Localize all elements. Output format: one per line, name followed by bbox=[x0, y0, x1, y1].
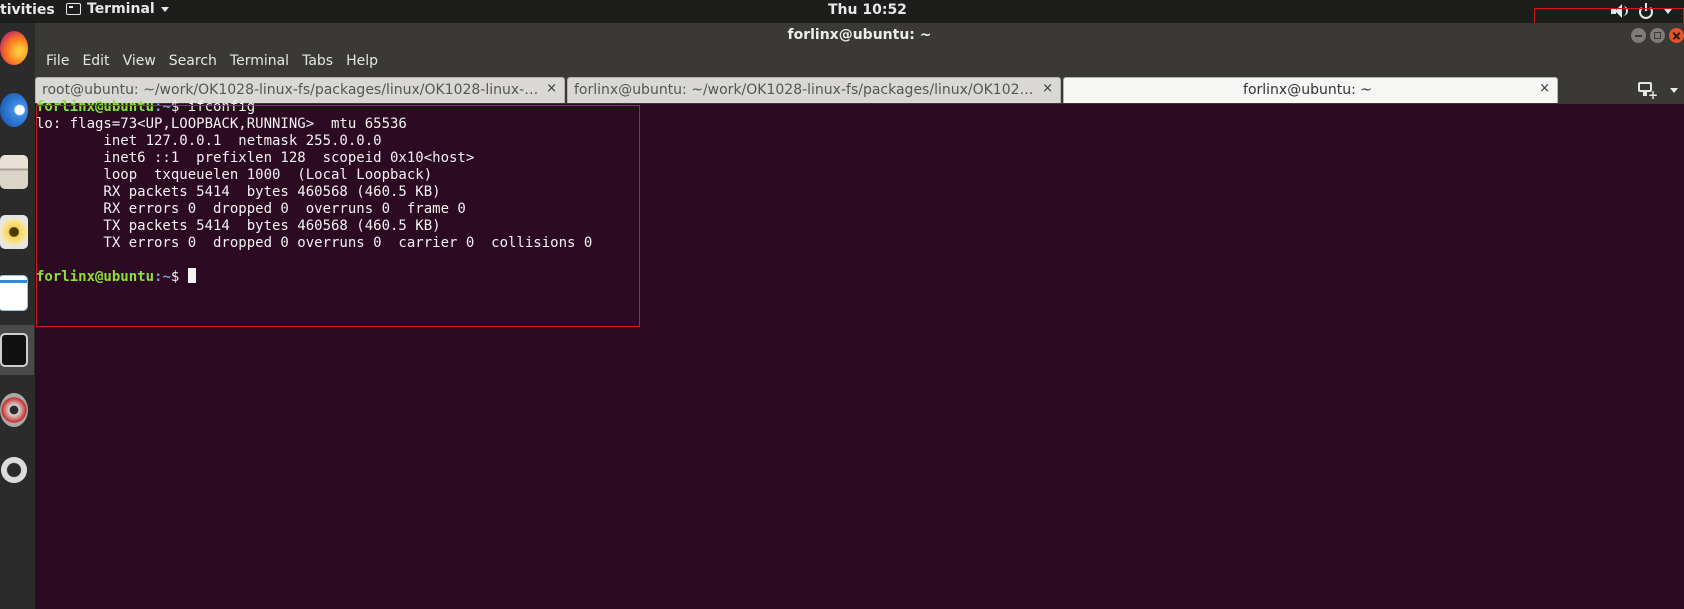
dock bbox=[0, 23, 35, 609]
settings-icon bbox=[0, 393, 28, 427]
tab-forlinx-kernel[interactable]: forlinx@ubuntu: ~/work/OK1028-linux-fs/p… bbox=[567, 77, 1061, 103]
tab-label: root@ubuntu: ~/work/OK1028-linux-fs/pack… bbox=[42, 82, 542, 98]
new-tab-button[interactable]: + bbox=[1636, 80, 1658, 102]
tab-label: forlinx@ubuntu: ~ bbox=[1243, 82, 1372, 98]
minimize-button[interactable] bbox=[1631, 28, 1646, 43]
activities-button[interactable]: tivities bbox=[0, 2, 55, 18]
dock-item-terminal[interactable] bbox=[0, 325, 34, 375]
tab-close-button[interactable]: × bbox=[1539, 81, 1550, 96]
dock-item-settings[interactable] bbox=[0, 385, 34, 435]
dock-item-firefox[interactable] bbox=[0, 23, 34, 73]
menu-help[interactable]: Help bbox=[340, 53, 385, 69]
files-icon bbox=[0, 155, 28, 189]
dock-item-rhythmbox[interactable] bbox=[0, 207, 34, 257]
menu-tabs[interactable]: Tabs bbox=[296, 53, 340, 69]
terminal-icon bbox=[0, 333, 28, 367]
tab-bar: root@ubuntu: ~/work/OK1028-linux-fs/pack… bbox=[35, 75, 1684, 104]
tab-close-button[interactable]: × bbox=[1042, 81, 1053, 96]
app-menu-label: Terminal bbox=[87, 1, 155, 17]
menu-search[interactable]: Search bbox=[163, 53, 224, 69]
dock-item-writer[interactable] bbox=[0, 267, 34, 317]
tab-forlinx-home[interactable]: forlinx@ubuntu: ~ × bbox=[1063, 77, 1558, 103]
rhythmbox-icon bbox=[0, 215, 28, 249]
top-panel: tivities Terminal Thu 10:52 bbox=[0, 0, 1684, 23]
dock-item-files[interactable] bbox=[0, 147, 34, 197]
menu-terminal[interactable]: Terminal bbox=[224, 53, 296, 69]
tab-close-button[interactable]: × bbox=[546, 81, 557, 96]
app-menu-terminal[interactable]: Terminal bbox=[66, 1, 169, 17]
chevron-down-icon bbox=[160, 6, 169, 12]
menubar: File Edit View Search Terminal Tabs Help bbox=[35, 47, 1684, 75]
window-title: forlinx@ubuntu: ~ bbox=[787, 27, 932, 43]
menu-view[interactable]: View bbox=[117, 53, 163, 69]
dock-item-thunderbird[interactable] bbox=[0, 85, 34, 135]
terminal-icon bbox=[66, 3, 81, 15]
clock[interactable]: Thu 10:52 bbox=[828, 2, 907, 18]
menu-file[interactable]: File bbox=[40, 53, 76, 69]
tab-label: forlinx@ubuntu: ~/work/OK1028-linux-fs/p… bbox=[574, 82, 1038, 98]
dock-item-software-updater[interactable] bbox=[0, 445, 34, 495]
output-highlight-box bbox=[36, 105, 640, 327]
maximize-button[interactable] bbox=[1650, 28, 1665, 43]
thunderbird-icon bbox=[0, 93, 28, 127]
libreoffice-writer-icon bbox=[0, 275, 28, 311]
window-titlebar[interactable]: forlinx@ubuntu: ~ bbox=[35, 23, 1684, 47]
menu-edit[interactable]: Edit bbox=[76, 53, 116, 69]
terminal-body[interactable]: forlinx@ubuntu:~$ ifconfig lo: flags=73<… bbox=[35, 99, 1684, 609]
firefox-icon bbox=[0, 31, 28, 65]
software-updater-icon bbox=[0, 453, 28, 487]
close-button[interactable] bbox=[1669, 28, 1684, 43]
tabs-menu-chevron-down-icon[interactable] bbox=[1670, 88, 1678, 93]
